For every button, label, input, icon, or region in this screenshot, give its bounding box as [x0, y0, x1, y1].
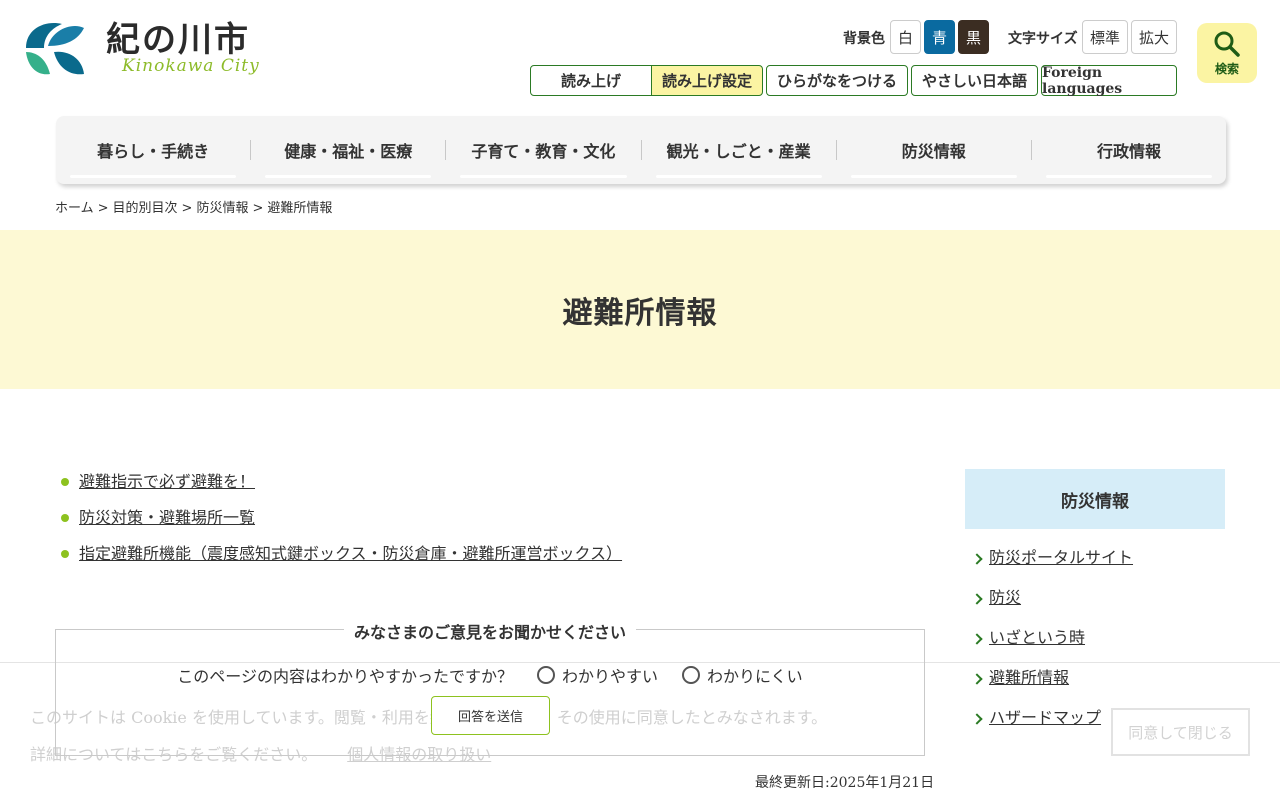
- sidebar-link[interactable]: 避難所情報: [989, 668, 1069, 687]
- feedback-form: みなさまのご意見をお聞かせください このページの内容はわかりやすかったですか？ …: [55, 619, 925, 756]
- feedback-title: みなさまのご意見をお聞かせください: [343, 619, 637, 643]
- page-title-band: 避難所情報: [0, 230, 1280, 389]
- search-label: 検索: [1214, 61, 1239, 76]
- sidebar-item-emergency: いざという時: [970, 626, 1133, 666]
- sidebar-link[interactable]: いざという時: [989, 628, 1085, 647]
- radio-easy[interactable]: わかりやすい: [536, 663, 658, 687]
- sidebar-link[interactable]: 防災: [989, 588, 1021, 607]
- radio-easy-label: わかりやすい: [561, 667, 658, 686]
- breadcrumb: ホーム > 目的別目次 > 防災情報 > 避難所情報: [55, 201, 333, 216]
- font-size-large-button[interactable]: 拡大: [1131, 20, 1177, 54]
- breadcrumb-category-index[interactable]: 目的別目次: [113, 201, 178, 216]
- read-aloud-button[interactable]: 読み上げ: [530, 65, 652, 96]
- sidebar-item-shelters: 避難所情報: [970, 666, 1133, 706]
- page-title: 避難所情報: [562, 295, 718, 331]
- sidebar-item-disaster: 防災: [970, 586, 1133, 626]
- bg-blue-button[interactable]: 青: [924, 20, 955, 54]
- nav-item-disaster[interactable]: 防災情報: [837, 116, 1031, 184]
- last-updated: 最終更新日:2025年1月21日: [755, 775, 935, 791]
- sidebar-item-portal: 防災ポータルサイト: [970, 546, 1133, 586]
- radio-hard-label: わかりにくい: [707, 667, 803, 686]
- search-button[interactable]: 検索: [1197, 23, 1257, 83]
- feedback-question: このページの内容はわかりやすかったですか？: [177, 667, 513, 686]
- foreign-languages-button[interactable]: Foreign languages: [1041, 65, 1177, 97]
- content-link-list: 避難指示で必ず避難を！ 防災対策・避難場所一覧 指定避難所機能（震度感知式鍵ボッ…: [60, 470, 622, 578]
- bg-white-button[interactable]: 白: [890, 20, 921, 54]
- search-icon: [1214, 31, 1240, 57]
- global-navigation: 暮らし・手続き 健康・福祉・医療 子育て・教育・文化 観光・しごと・産業 防災情…: [56, 116, 1226, 184]
- bg-black-button[interactable]: 黒: [958, 20, 989, 54]
- site-logo[interactable]: 紀の川市 Kinokawa City: [22, 18, 260, 80]
- radio-circle-icon[interactable]: [536, 666, 555, 684]
- list-item: 避難指示で必ず避難を！: [60, 470, 622, 506]
- sidebar-menu: 防災ポータルサイト 防災 いざという時 避難所情報 ハザードマップ: [970, 546, 1133, 746]
- feedback-question-row: このページの内容はわかりやすかったですか？ わかりやすい わかりにくい: [56, 663, 924, 687]
- link-evacuation-sites[interactable]: 防災対策・避難場所一覧: [79, 508, 255, 527]
- read-aloud-settings-button[interactable]: 読み上げ設定: [651, 65, 763, 96]
- nav-item-childcare[interactable]: 子育て・教育・文化: [446, 116, 640, 184]
- sidebar-link[interactable]: 防災ポータルサイト: [989, 548, 1133, 567]
- font-size-label: 文字サイズ: [1008, 31, 1078, 47]
- link-evacuation-order[interactable]: 避難指示で必ず避難を！: [79, 472, 255, 491]
- breadcrumb-current: 避難所情報: [267, 201, 333, 216]
- sidebar-link[interactable]: ハザードマップ: [989, 708, 1101, 727]
- link-shelter-functions[interactable]: 指定避難所機能（震度感知式鍵ボックス・防災倉庫・避難所運営ボックス）: [79, 544, 622, 563]
- breadcrumb-home[interactable]: ホーム: [55, 201, 94, 216]
- radio-circle-icon[interactable]: [682, 666, 700, 684]
- feedback-submit-button[interactable]: 回答を送信: [431, 696, 550, 735]
- nav-item-health[interactable]: 健康・福祉・医療: [251, 116, 445, 184]
- nav-item-living[interactable]: 暮らし・手続き: [56, 116, 250, 184]
- background-color-label: 背景色: [843, 31, 885, 47]
- list-item: 防災対策・避難場所一覧: [60, 506, 622, 542]
- add-hiragana-button[interactable]: ひらがなをつける: [766, 65, 908, 96]
- easy-japanese-button[interactable]: やさしい日本語: [911, 65, 1038, 96]
- sidebar-item-hazard-map: ハザードマップ: [970, 706, 1133, 746]
- sidebar-title: 防災情報: [965, 469, 1225, 529]
- radio-hard[interactable]: わかりにくい: [682, 663, 803, 687]
- city-emblem-icon: [26, 23, 84, 75]
- font-size-standard-button[interactable]: 標準: [1082, 20, 1128, 54]
- logo-english-name: Kinokawa City: [122, 56, 260, 76]
- list-item: 指定避難所機能（震度感知式鍵ボックス・防災倉庫・避難所運営ボックス）: [60, 542, 622, 578]
- nav-item-tourism[interactable]: 観光・しごと・産業: [642, 116, 836, 184]
- nav-item-administration[interactable]: 行政情報: [1032, 116, 1226, 184]
- breadcrumb-disaster-info[interactable]: 防災情報: [196, 201, 248, 216]
